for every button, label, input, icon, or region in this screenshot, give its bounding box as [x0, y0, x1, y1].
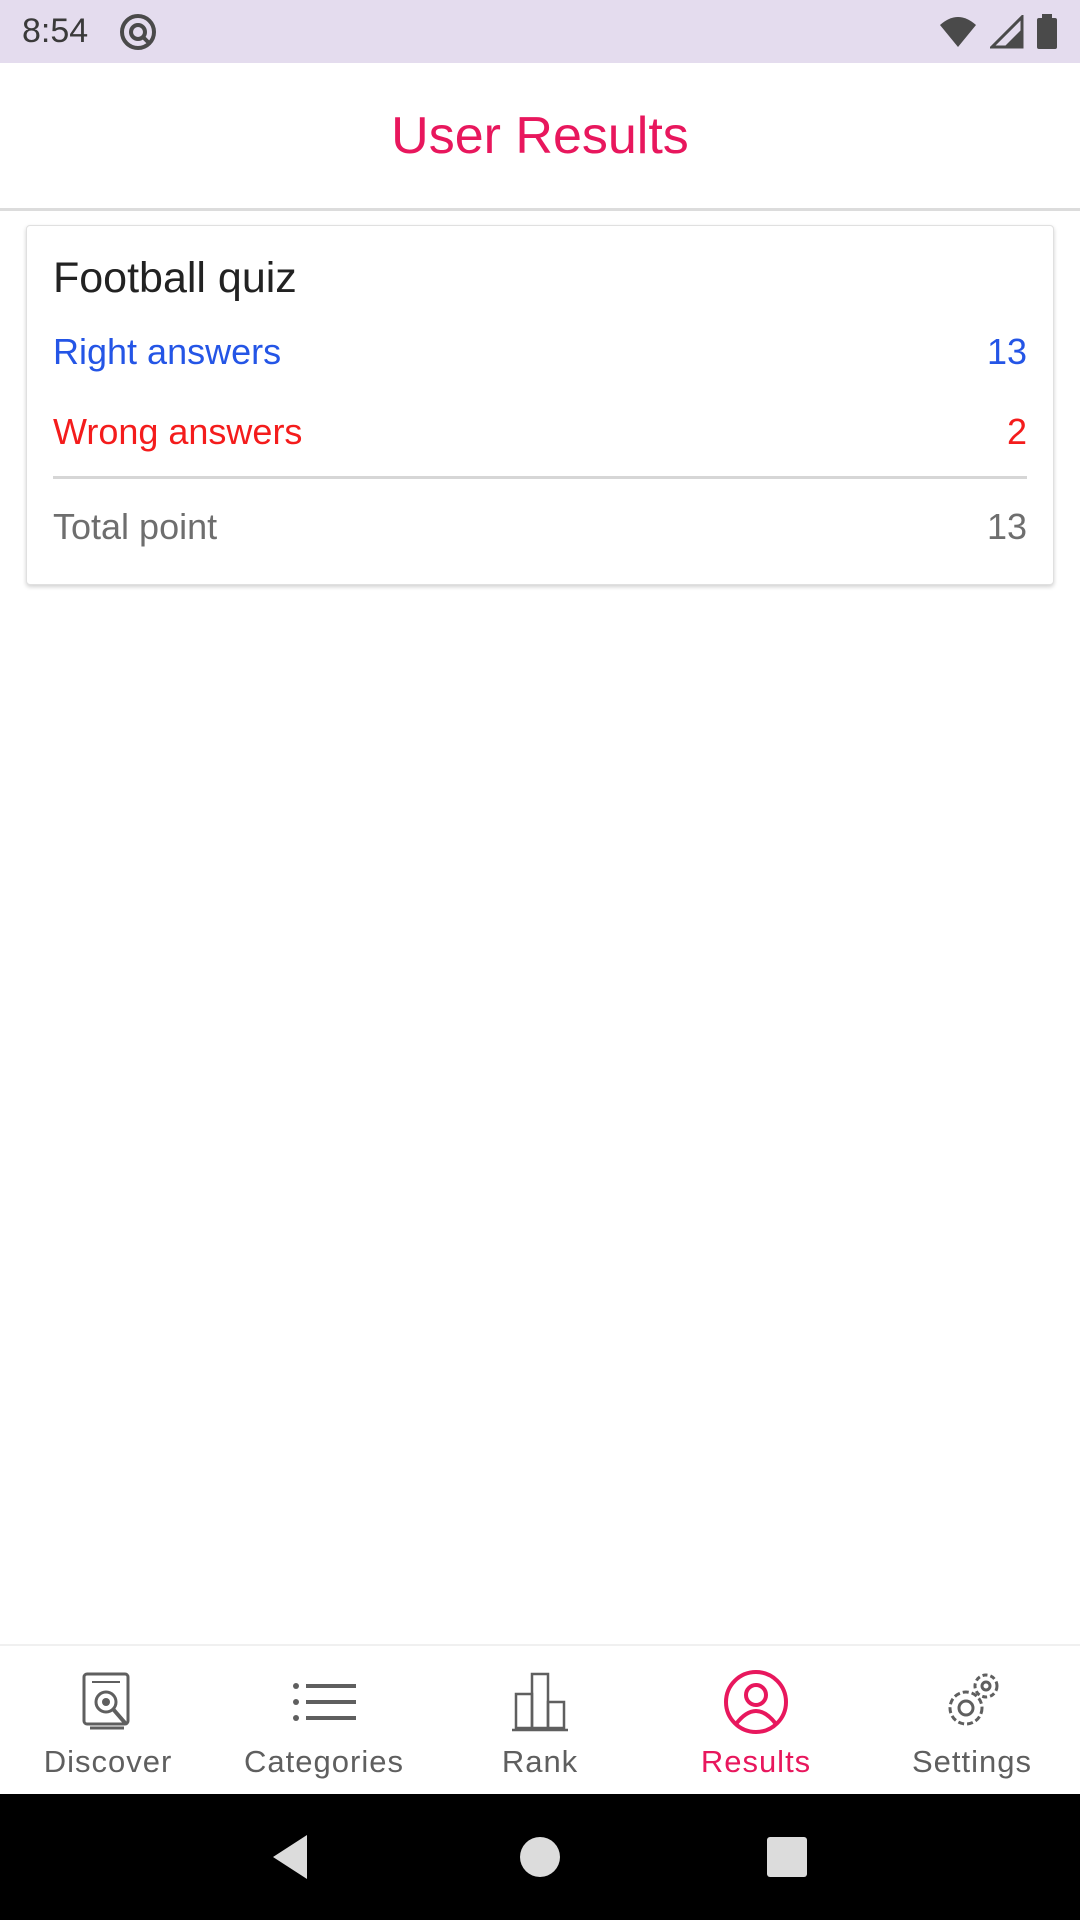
system-nav-bar	[0, 1794, 1080, 1920]
nav-discover-label: Discover	[43, 1744, 173, 1779]
nav-discover[interactable]: Discover	[0, 1646, 216, 1794]
nav-categories-label: Categories	[244, 1744, 404, 1779]
total-point-row: Total point 13	[53, 506, 1027, 548]
total-point-label: Total point	[53, 506, 218, 547]
at-sign-icon	[120, 13, 157, 50]
signal-icon	[990, 14, 1024, 48]
wrong-answers-row: Wrong answers 2	[53, 411, 1027, 453]
nav-results[interactable]: Results	[648, 1646, 864, 1794]
page-title: User Results	[391, 106, 689, 165]
quiz-name: Football quiz	[53, 254, 297, 302]
right-answers-value: 13	[986, 331, 1027, 372]
status-icons	[938, 13, 1058, 50]
wifi-icon	[940, 16, 976, 47]
battery-icon	[1037, 13, 1057, 49]
card-divider	[53, 476, 1027, 479]
wrong-answers-label: Wrong answers	[53, 411, 303, 452]
right-answers-label: Right answers	[53, 331, 282, 372]
gear-icon	[948, 1673, 999, 1726]
app-header: User Results	[0, 63, 1080, 211]
nav-results-label: Results	[700, 1744, 812, 1779]
status-bar: 8:54	[0, 0, 1080, 63]
nav-rank-label: Rank	[501, 1744, 579, 1779]
status-time: 8:54	[22, 12, 89, 50]
total-point-value: 13	[986, 506, 1027, 547]
bottom-nav: Discover Categories Rank Results Setting…	[0, 1644, 1080, 1794]
right-answers-row: Right answers 13	[53, 331, 1027, 373]
list-icon	[293, 1683, 356, 1721]
nav-rank[interactable]: Rank	[432, 1646, 648, 1794]
nav-settings-label: Settings	[911, 1744, 1032, 1779]
result-card[interactable]: Football quiz Right answers 13 Wrong ans…	[26, 225, 1054, 585]
user-icon	[724, 1670, 788, 1734]
discover-icon	[82, 1672, 130, 1730]
home-icon[interactable]	[512, 1829, 568, 1885]
podium-icon	[512, 1672, 568, 1732]
nav-categories[interactable]: Categories	[216, 1646, 432, 1794]
recents-icon[interactable]	[759, 1829, 815, 1885]
wrong-answers-value: 2	[1006, 411, 1027, 452]
nav-settings[interactable]: Settings	[864, 1646, 1080, 1794]
back-icon[interactable]	[265, 1829, 321, 1885]
